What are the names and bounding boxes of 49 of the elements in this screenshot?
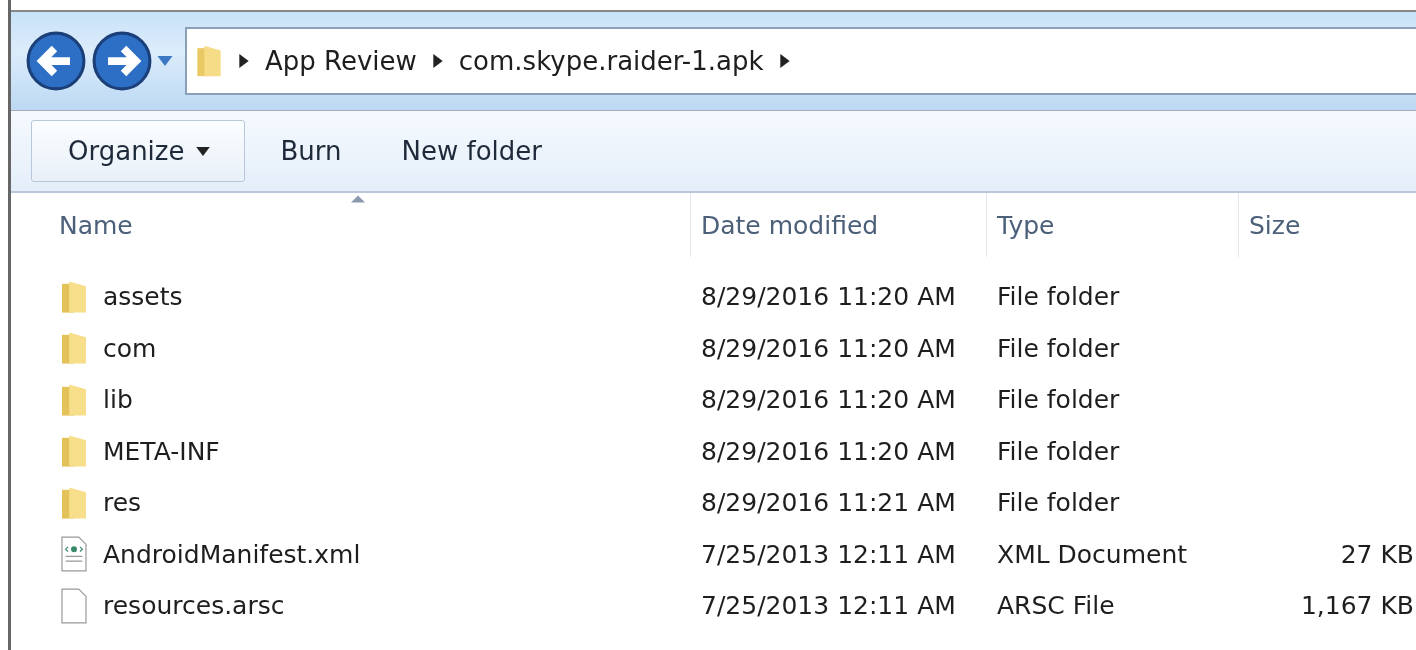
chevron-icon[interactable] bbox=[779, 54, 790, 68]
type-cell: File folder bbox=[997, 385, 1120, 415]
type-cell: File folder bbox=[997, 282, 1120, 312]
date-cell: 8/29/2016 11:20 AM bbox=[701, 282, 956, 312]
date-cell: 8/29/2016 11:21 AM bbox=[701, 488, 956, 518]
column-header[interactable]: Name bbox=[11, 193, 691, 257]
back-icon[interactable] bbox=[25, 30, 87, 92]
date-cell: 8/29/2016 11:20 AM bbox=[701, 436, 956, 466]
file-name[interactable]: res bbox=[103, 488, 142, 518]
chevron-icon bbox=[239, 54, 249, 68]
type-cell: File folder bbox=[997, 333, 1120, 363]
folder-icon bbox=[59, 484, 89, 521]
caret-icon bbox=[196, 146, 211, 156]
type-cell: XML Document bbox=[997, 539, 1188, 569]
file-name[interactable]: lib bbox=[103, 385, 133, 415]
type-cell: ARSC File bbox=[997, 591, 1115, 621]
type-cell: File folder bbox=[997, 436, 1120, 466]
forward-icon[interactable] bbox=[91, 30, 153, 92]
breadcrumb-item[interactable]: App Review bbox=[265, 46, 417, 76]
column-header[interactable]: Size bbox=[1239, 193, 1416, 257]
folder-icon bbox=[195, 43, 223, 79]
date-cell: 7/25/2013 12:11 AM bbox=[701, 591, 956, 621]
type-cell: File folder bbox=[997, 488, 1120, 518]
file-name[interactable]: com bbox=[103, 333, 157, 363]
file-name[interactable]: assets bbox=[103, 282, 183, 312]
sort-arrow-icon bbox=[350, 195, 365, 203]
file-icon bbox=[59, 587, 89, 624]
column-header[interactable]: Type bbox=[987, 193, 1239, 257]
date-cell: 8/29/2016 11:20 AM bbox=[701, 385, 956, 415]
folder-icon bbox=[59, 381, 89, 418]
column-header[interactable]: Date modified bbox=[691, 193, 987, 257]
dropdown-icon[interactable] bbox=[157, 56, 173, 66]
date-cell: 7/25/2013 12:11 AM bbox=[701, 539, 956, 569]
file-name[interactable]: AndroidManifest.xml bbox=[103, 539, 361, 569]
toolbar-button[interactable]: Organize bbox=[31, 120, 246, 182]
size-cell: 27 KB bbox=[1340, 539, 1414, 569]
file-name[interactable]: META-INF bbox=[103, 436, 220, 466]
date-cell: 8/29/2016 11:20 AM bbox=[701, 333, 956, 363]
breadcrumb-item[interactable]: com.skype.raider-1.apk bbox=[458, 46, 764, 76]
size-cell: 1,167 KB bbox=[1300, 591, 1414, 621]
toolbar-button[interactable]: New folder bbox=[376, 125, 567, 177]
xml-file-icon bbox=[59, 536, 89, 573]
address-bar[interactable]: App Review com.skype.raider-1.apk bbox=[185, 27, 1416, 95]
file-name[interactable]: resources.arsc bbox=[103, 591, 285, 621]
folder-icon bbox=[59, 278, 89, 315]
folder-icon bbox=[59, 433, 89, 470]
toolbar-button[interactable]: Burn bbox=[255, 125, 367, 177]
chevron-icon bbox=[432, 54, 443, 68]
folder-icon bbox=[59, 330, 89, 367]
